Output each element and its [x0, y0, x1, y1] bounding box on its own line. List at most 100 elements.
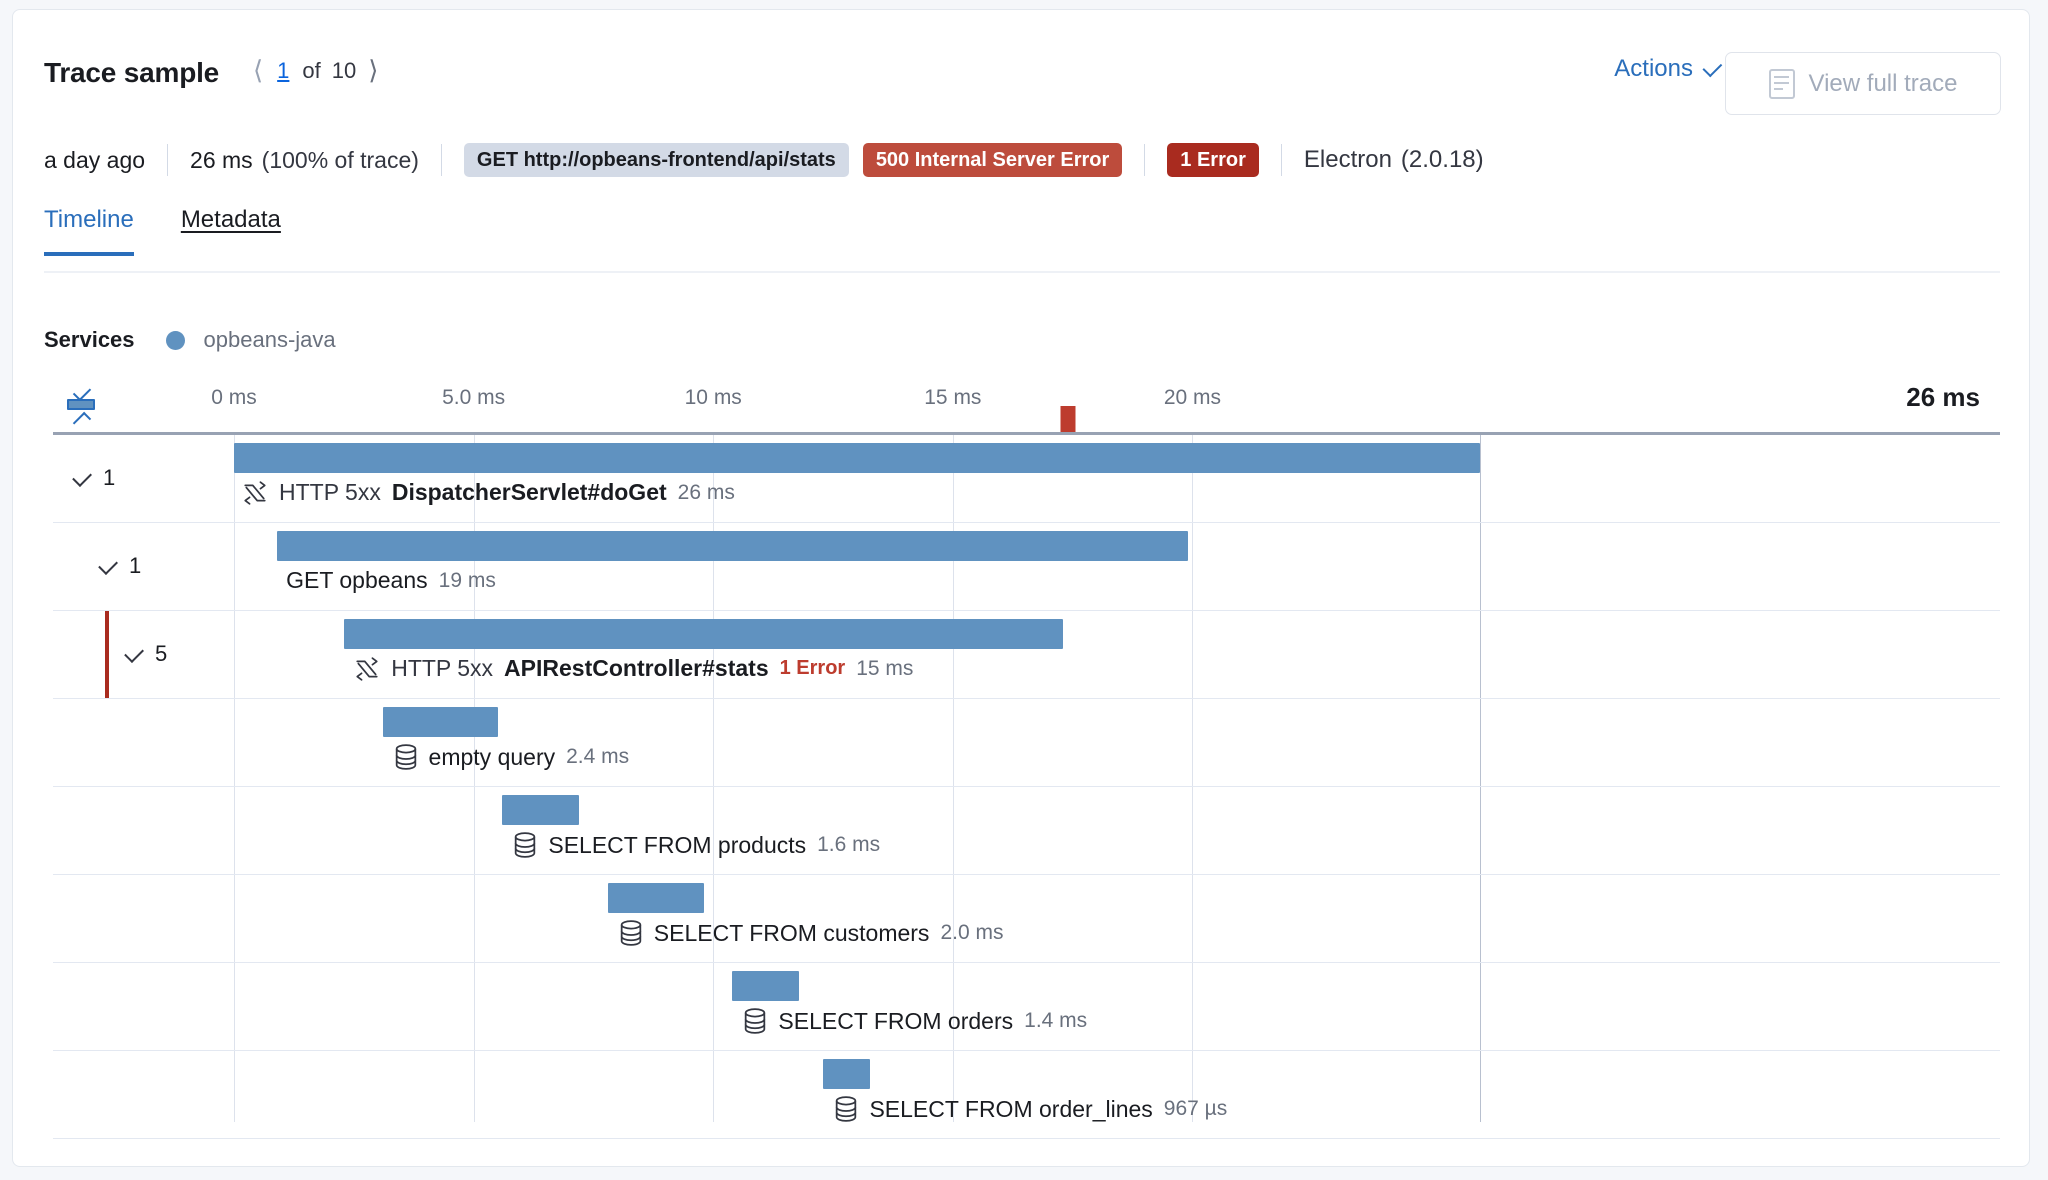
request-url-badge: GET http://opbeans-frontend/api/stats	[463, 143, 849, 177]
span-name[interactable]: SELECT FROM order_lines	[869, 1096, 1152, 1123]
row-label-group: HTTP 5xx DispatcherServlet#doGet 26 ms	[242, 479, 735, 506]
axis-tick-label: 0 ms	[211, 386, 257, 409]
timeline-row[interactable]: 1 GET opbeans 19 ms	[53, 523, 2000, 611]
timeline-row[interactable]: 5 HTTP 5xx APIRestController#stats 1 Error 1…	[53, 611, 2000, 699]
span-duration-bar[interactable]	[502, 795, 580, 825]
timeline-row[interactable]: SELECT FROM orders 1.4 ms	[53, 963, 2000, 1051]
view-full-trace-label: View full trace	[1808, 69, 1958, 97]
row-child-count: 1	[129, 553, 142, 578]
agent-name: Electron	[1303, 146, 1392, 173]
row-expand-toggle[interactable]: 5	[124, 641, 168, 667]
chevron-down-icon	[1702, 56, 1723, 77]
row-label-group: empty query 2.4 ms	[394, 743, 630, 771]
pager-current-page[interactable]: 1	[275, 58, 291, 84]
span-duration-bar[interactable]	[382, 707, 498, 737]
page-title: Trace sample	[44, 57, 220, 88]
database-icon	[513, 831, 537, 859]
chevron-down-icon	[72, 466, 92, 487]
span-duration-bar[interactable]	[344, 619, 1064, 649]
trace-meta-row: a day ago 26 ms (100% of trace) GET http…	[44, 140, 1484, 180]
span-name[interactable]: SELECT FROM orders	[778, 1008, 1013, 1035]
error-count-badge[interactable]: 1 Error	[1167, 143, 1259, 177]
actions-button-label: Actions	[1614, 55, 1693, 82]
chevron-right-icon[interactable]: ⟩	[356, 58, 390, 84]
span-duration-label: 15 ms	[856, 656, 914, 680]
axis-max-label: 26 ms	[1906, 382, 1980, 412]
axis-tick-label: 15 ms	[924, 386, 982, 409]
view-full-trace-button[interactable]: View full trace	[1725, 52, 2001, 115]
panel-header: Trace sample ⟨ 1 of 10 ⟩ Actions View fu…	[13, 10, 2029, 115]
tabs-divider	[44, 271, 2000, 273]
meta-divider	[167, 144, 169, 176]
service-color-dot	[165, 330, 185, 350]
row-error-link[interactable]: 1 Error	[780, 657, 846, 680]
agent-version: (2.0.18)	[1400, 146, 1484, 173]
span-duration-bar[interactable]	[732, 971, 800, 1001]
span-duration-bar[interactable]	[277, 531, 1188, 561]
timeline-row[interactable]: SELECT FROM products 1.6 ms	[53, 787, 2000, 875]
span-name[interactable]: SELECT FROM products	[548, 832, 806, 859]
span-name[interactable]: empty query	[429, 744, 556, 771]
http-transaction-icon	[242, 480, 268, 506]
span-duration-label: 2.4 ms	[566, 745, 630, 768]
row-label-group: GET opbeans 19 ms	[286, 567, 496, 594]
meta-divider	[1280, 144, 1282, 176]
span-duration-label: 19 ms	[438, 568, 496, 592]
timeline-axis: 0 ms 5.0 ms 10 ms 15 ms 20 ms 26 ms	[53, 376, 2000, 432]
row-child-count: 5	[155, 641, 168, 666]
row-expand-toggle[interactable]: 1	[72, 465, 116, 491]
row-label-group: SELECT FROM order_lines 967 µs	[834, 1095, 1227, 1123]
chevron-down-icon	[98, 554, 118, 575]
span-name[interactable]: DispatcherServlet#doGet	[392, 479, 667, 506]
row-expand-toggle[interactable]: 1	[98, 553, 142, 579]
pager-total-pages: 10	[331, 58, 357, 83]
timeline-row[interactable]: SELECT FROM customers 2.0 ms	[53, 875, 2000, 963]
row-error-accent	[105, 611, 109, 698]
span-type-label: HTTP 5xx	[391, 655, 494, 681]
tab-metadata[interactable]: Metadata	[181, 206, 281, 256]
actions-button[interactable]: Actions	[1614, 55, 1723, 83]
error-marker[interactable]	[1060, 406, 1076, 432]
trace-sample-panel: Trace sample ⟨ 1 of 10 ⟩ Actions View fu…	[12, 9, 2030, 1167]
trace-percent-of-trace: (100% of trace)	[261, 146, 419, 173]
trace-duration: 26 ms	[190, 146, 253, 173]
pager-of-label: of	[302, 58, 321, 83]
chevron-left-icon[interactable]: ⟨	[241, 58, 275, 84]
row-label-group: SELECT FROM products 1.6 ms	[513, 831, 880, 859]
span-duration-bar[interactable]	[823, 1059, 870, 1089]
span-duration-label: 1.6 ms	[817, 833, 881, 856]
row-label-group: SELECT FROM orders 1.4 ms	[743, 1007, 1087, 1035]
trace-timestamp: a day ago	[44, 146, 146, 173]
span-duration-label: 1.4 ms	[1024, 1009, 1088, 1032]
timeline-row[interactable]: empty query 2.4 ms	[53, 699, 2000, 787]
http-status-badge[interactable]: 500 Internal Server Error	[862, 143, 1123, 177]
document-icon	[1768, 68, 1795, 99]
chevron-down-icon	[124, 642, 144, 663]
tab-timeline[interactable]: Timeline	[44, 206, 134, 256]
span-duration-label: 967 µs	[1163, 1097, 1228, 1120]
row-child-count: 1	[103, 465, 116, 490]
database-icon	[394, 743, 418, 771]
trace-sample-pager: ⟨ 1 of 10 ⟩	[241, 58, 390, 84]
row-label-group: HTTP 5xx APIRestController#stats 1 Error 15…	[354, 655, 913, 682]
timeline-row[interactable]: 1 HTTP 5xx DispatcherServlet#doGet 26 ms	[53, 435, 2000, 523]
services-legend: Services opbeans-java	[44, 327, 336, 353]
meta-divider	[440, 144, 442, 176]
axis-tick-label: 20 ms	[1163, 386, 1222, 409]
timeline-row[interactable]: SELECT FROM order_lines 967 µs	[53, 1051, 2000, 1139]
span-name[interactable]: GET opbeans	[286, 567, 428, 594]
span-duration-label: 26 ms	[677, 480, 735, 504]
axis-tick-label: 10 ms	[684, 386, 742, 409]
timeline-rows: 1 HTTP 5xx DispatcherServlet#doGet 26 ms 1 GE…	[53, 435, 2000, 1144]
row-label-group: SELECT FROM customers 2.0 ms	[619, 919, 1003, 947]
span-duration-bar[interactable]	[607, 883, 704, 913]
span-name[interactable]: SELECT FROM customers	[654, 920, 930, 947]
services-label: Services	[44, 327, 135, 352]
database-icon	[619, 919, 643, 947]
span-type-label: HTTP 5xx	[279, 479, 381, 505]
span-name[interactable]: APIRestController#stats	[504, 655, 769, 682]
span-duration-bar[interactable]	[234, 443, 1480, 473]
http-transaction-icon	[354, 656, 380, 682]
panel-tabs: Timeline Metadata	[44, 206, 281, 256]
database-icon	[743, 1007, 767, 1035]
